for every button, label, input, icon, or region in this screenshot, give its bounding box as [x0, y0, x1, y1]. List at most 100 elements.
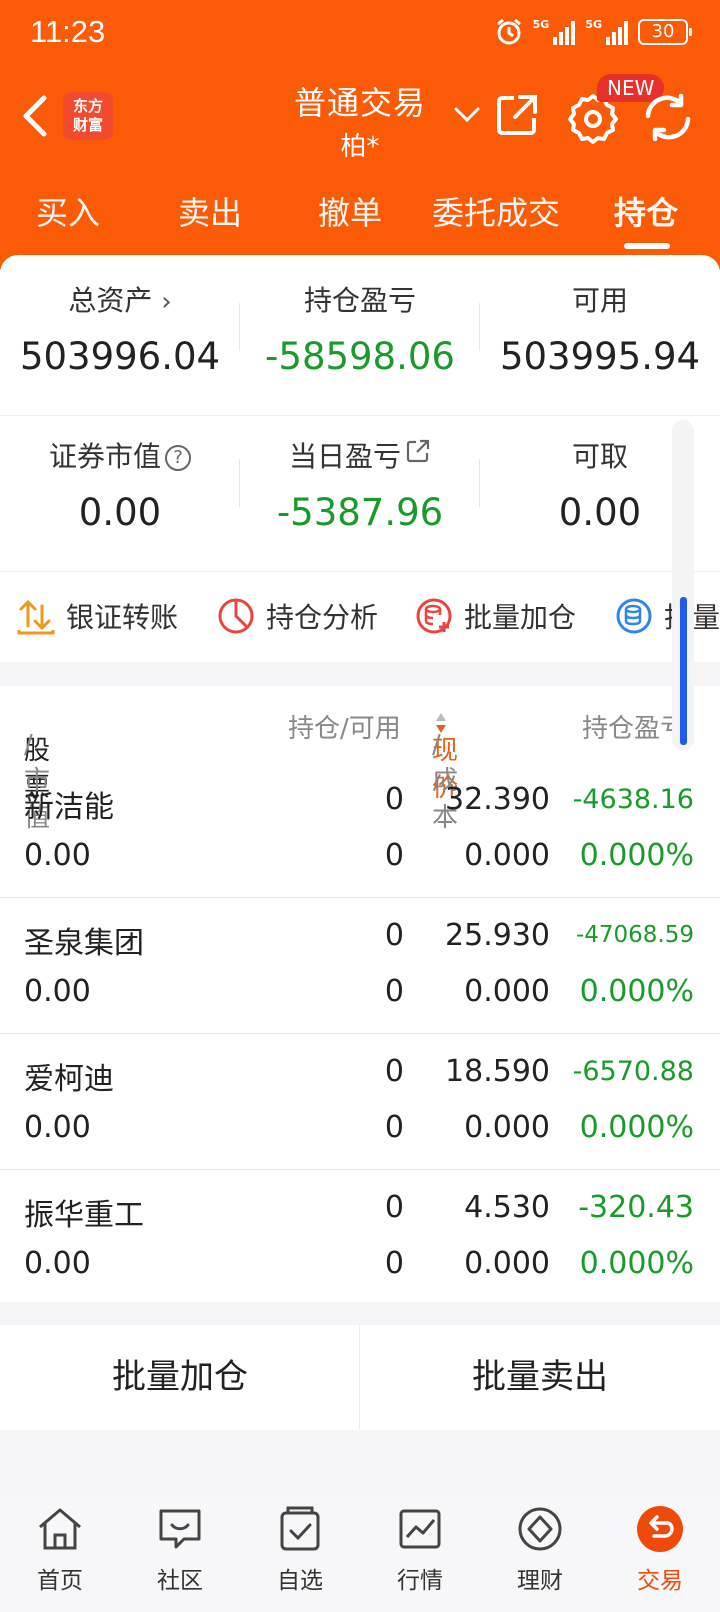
available-value: 503995.94 [499, 335, 701, 378]
column-pnl: 持仓盈亏 [582, 714, 687, 744]
batch-add-icon [416, 598, 452, 634]
stock-position: 0 [384, 1190, 404, 1225]
market-icon [399, 1509, 441, 1549]
stock-position: 0 [384, 782, 404, 817]
account-selector[interactable]: 普通交易 柏* [250, 78, 470, 163]
table-row[interactable]: 圣泉集团 0.00 0 0 25.930 0.000 -47068.59 0.0… [0, 898, 720, 1034]
stock-pnl-percent: 0.000% [579, 838, 694, 873]
stock-position: 0 [384, 918, 404, 953]
stock-market-value: 0.00 [24, 838, 91, 873]
logo-line: 东方 [72, 97, 103, 115]
column-price-sort[interactable]: 现价/成本 [432, 708, 458, 833]
batch-sell-button[interactable]: 批量卖出 [360, 1325, 720, 1430]
stock-pnl: -4638.16 [572, 784, 694, 815]
signal-icon: 5G [533, 19, 576, 45]
stock-market-value: 0.00 [24, 974, 91, 1009]
logo-line: 财富 [72, 116, 103, 134]
tab-orders[interactable]: 委托成交 [432, 188, 560, 234]
available: 可用 503995.94 [480, 279, 720, 378]
scrollbar-thumb[interactable] [680, 597, 687, 745]
nav-market[interactable]: 行情 [370, 1503, 470, 1595]
section-gap [0, 662, 720, 686]
position-analysis-button[interactable]: 持仓分析 [216, 596, 378, 636]
batch-add-action-button[interactable]: 批量加仓 [414, 596, 576, 636]
nav-label: 社区 [157, 1568, 203, 1594]
tab-buy[interactable]: 买入 [36, 188, 100, 234]
external-link-icon [406, 439, 430, 463]
help-icon[interactable]: ? [165, 445, 191, 471]
trading-app: 11:23 5G 5G 30 东方 财富 普通交易 柏* NEW 买入 卖出 撤… [0, 0, 720, 1612]
watchlist-icon [280, 1506, 320, 1551]
divider [0, 415, 720, 416]
table-row[interactable]: 新洁能 0.00 0 0 32.390 0.000 -4638.16 0.000… [0, 762, 720, 898]
daily-pnl[interactable]: 当日盈亏 -5387.96 [240, 435, 480, 534]
table-row[interactable]: 振华重工 0.00 0 0 4.530 0.000 -320.43 0.000% [0, 1170, 720, 1306]
batch-actions-bar: 批量加仓 批量卖出 [0, 1325, 720, 1430]
stock-pnl: -320.43 [578, 1190, 694, 1225]
top-navbar: 东方 财富 普通交易 柏* NEW [0, 68, 720, 178]
home-icon [39, 1508, 81, 1550]
nav-label: 首页 [37, 1568, 83, 1594]
stock-market-value: 0.00 [24, 1246, 91, 1281]
status-time: 11:23 [30, 14, 106, 49]
stock-price: 4.530 [464, 1190, 550, 1225]
app-logo: 东方 财富 [63, 92, 113, 140]
batch-action-button[interactable]: 批量 [614, 596, 720, 636]
total-assets[interactable]: 总资产 › 503996.04 [0, 279, 240, 378]
stock-cost: 0.000 [464, 1246, 550, 1281]
column-position: 持仓/可用 [288, 714, 401, 744]
battery-icon: 30 [638, 19, 692, 45]
market-value-value: 0.00 [78, 491, 162, 534]
transfer-icon [17, 599, 55, 635]
batch-add-button[interactable]: 批量加仓 [0, 1325, 360, 1430]
stock-name: 圣泉集团 [24, 926, 144, 961]
stock-pnl-percent: 0.000% [579, 1246, 694, 1281]
refresh-icon[interactable] [640, 92, 696, 142]
community-icon [159, 1509, 201, 1549]
tab-sell[interactable]: 卖出 [178, 188, 242, 234]
network-label: 5G [585, 18, 602, 31]
stock-pnl-percent: 0.000% [579, 1110, 694, 1145]
daily-pnl-label: 当日盈亏 [288, 440, 401, 473]
bank-transfer-button[interactable]: 银证转账 [16, 596, 178, 636]
table-row[interactable]: 爱柯迪 0.00 0 0 18.590 0.000 -6570.88 0.000… [0, 1034, 720, 1170]
stock-available: 0 [384, 1110, 404, 1145]
account-name: 柏* [340, 132, 380, 162]
active-tab-indicator [624, 243, 670, 249]
nav-label: 自选 [277, 1568, 323, 1594]
stock-pnl: -6570.88 [572, 1056, 694, 1087]
nav-label: 理财 [517, 1568, 563, 1594]
stock-name: 振华重工 [24, 1198, 144, 1233]
market-value-label: 证券市值 [48, 440, 161, 473]
total-assets-value: 503996.04 [19, 335, 221, 378]
header: 11:23 5G 5G 30 东方 财富 普通交易 柏* NEW 买入 卖出 撤… [0, 0, 720, 270]
stock-available: 0 [384, 974, 404, 1009]
nav-wealth[interactable]: 理财 [490, 1503, 590, 1595]
chevron-right-icon: › [161, 287, 172, 317]
tab-cancel[interactable]: 撤单 [318, 188, 382, 234]
stock-cost: 0.000 [464, 838, 550, 873]
nav-home[interactable]: 首页 [10, 1503, 110, 1595]
status-icons: 5G 5G 30 [495, 18, 692, 46]
action-label: 批量加仓 [464, 601, 577, 634]
bottom-navigation: 首页 社区 自选 行情 理财 交易 [0, 1495, 720, 1612]
position-pnl: 持仓盈亏 -58598.06 [240, 279, 480, 378]
nav-community[interactable]: 社区 [130, 1503, 230, 1595]
stock-pnl: -47068.59 [575, 922, 694, 948]
nav-watchlist[interactable]: 自选 [250, 1503, 350, 1595]
available-label: 可用 [571, 284, 628, 317]
tab-holdings[interactable]: 持仓 [614, 188, 678, 234]
nav-trade[interactable]: 交易 [610, 1503, 710, 1595]
back-icon[interactable] [18, 94, 52, 138]
stock-name: 爱柯迪 [24, 1062, 114, 1097]
chevron-down-icon[interactable] [452, 102, 482, 126]
stock-cost: 0.000 [464, 974, 550, 1009]
stock-cost: 0.000 [464, 1110, 550, 1145]
quick-actions: 银证转账 持仓分析 批量加仓 批量 [0, 572, 720, 662]
alarm-icon [496, 18, 521, 45]
share-icon[interactable] [494, 92, 540, 138]
daily-pnl-value: -5387.96 [276, 491, 444, 534]
wealth-icon [518, 1507, 562, 1551]
total-assets-label: 总资产 [68, 284, 153, 317]
trade-tabs: 买入 卖出 撤单 委托成交 持仓 [0, 180, 720, 250]
